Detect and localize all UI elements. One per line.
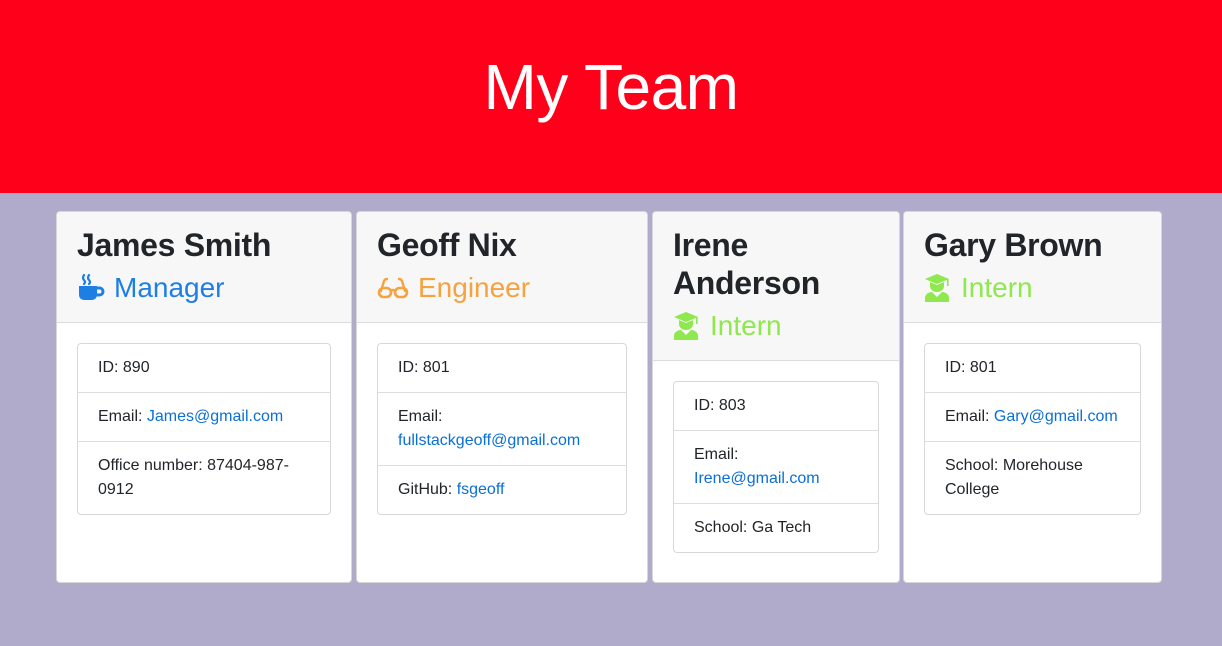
employee-role: Intern bbox=[924, 274, 1141, 302]
employee-card: Gary Brown Intern ID: 801 Email: Gary@gm… bbox=[903, 211, 1162, 583]
office-number-label: Office number: bbox=[98, 457, 208, 474]
info-list: ID: 801 Email: fullstackgeoff@gmail.com … bbox=[377, 343, 627, 515]
email-link[interactable]: Gary@gmail.com bbox=[994, 408, 1118, 425]
email-label: Email: bbox=[398, 408, 443, 425]
employee-name: James Smith bbox=[77, 227, 272, 263]
employee-name: Irene Anderson bbox=[673, 227, 820, 301]
github-link[interactable]: fsgeoff bbox=[457, 481, 505, 498]
employee-email: Email: James@gmail.com bbox=[78, 393, 330, 442]
employee-card: Geoff Nix Engineer ID: 801 Email: fullst… bbox=[356, 211, 648, 583]
email-label: Email: bbox=[945, 408, 994, 425]
card-body: ID: 801 Email: Gary@gmail.com School: Mo… bbox=[904, 323, 1161, 515]
info-list: ID: 890 Email: James@gmail.com Office nu… bbox=[77, 343, 331, 515]
employee-name: Geoff Nix bbox=[377, 227, 517, 263]
email-label: Email: bbox=[98, 408, 147, 425]
employee-email: Email: Gary@gmail.com bbox=[925, 393, 1140, 442]
card-header: Gary Brown Intern bbox=[904, 212, 1161, 323]
email-link[interactable]: Irene@gmail.com bbox=[694, 470, 820, 487]
page-title: My Team bbox=[483, 50, 739, 123]
employee-role: Intern bbox=[673, 312, 879, 340]
school-value: Ga Tech bbox=[751, 519, 812, 536]
coffee-mug-icon bbox=[77, 274, 107, 302]
role-label: Manager bbox=[114, 272, 225, 303]
info-list: ID: 803 Email: Irene@gmail.com School: G… bbox=[673, 381, 879, 553]
info-list: ID: 801 Email: Gary@gmail.com School: Mo… bbox=[924, 343, 1141, 515]
school-label: School: bbox=[945, 457, 1003, 474]
email-label: Email: bbox=[694, 446, 739, 463]
graduate-icon bbox=[673, 312, 703, 340]
employee-id: ID: 801 bbox=[378, 344, 626, 393]
office-number: Office number: 87404-987-0912 bbox=[78, 442, 330, 514]
card-body: ID: 801 Email: fullstackgeoff@gmail.com … bbox=[357, 323, 647, 515]
employee-card: James Smith Manager ID: 890 Email: James… bbox=[56, 211, 352, 583]
employee-role: Manager bbox=[77, 274, 331, 302]
school-label: School: bbox=[694, 519, 752, 536]
email-link[interactable]: James@gmail.com bbox=[147, 408, 283, 425]
employee-id: ID: 803 bbox=[674, 382, 878, 431]
github-label: GitHub: bbox=[398, 481, 457, 498]
email-link[interactable]: fullstackgeoff@gmail.com bbox=[398, 432, 580, 449]
employee-id: ID: 890 bbox=[78, 344, 330, 393]
role-label: Intern bbox=[710, 310, 782, 341]
card-header: Geoff Nix Engineer bbox=[357, 212, 647, 323]
page-header: My Team bbox=[0, 0, 1222, 193]
github-info: GitHub: fsgeoff bbox=[378, 466, 626, 514]
school-info: School: Ga Tech bbox=[674, 504, 878, 552]
card-header: James Smith Manager bbox=[57, 212, 351, 323]
graduate-icon bbox=[924, 274, 954, 302]
card-header: Irene Anderson Intern bbox=[653, 212, 899, 361]
employee-id: ID: 801 bbox=[925, 344, 1140, 393]
employee-email: Email: Irene@gmail.com bbox=[674, 431, 878, 504]
employee-role: Engineer bbox=[377, 274, 627, 302]
glasses-icon bbox=[377, 274, 411, 302]
card-body: ID: 803 Email: Irene@gmail.com School: G… bbox=[653, 361, 899, 553]
school-info: School: Morehouse College bbox=[925, 442, 1140, 514]
employee-email: Email: fullstackgeoff@gmail.com bbox=[378, 393, 626, 466]
role-label: Engineer bbox=[418, 272, 531, 303]
card-body: ID: 890 Email: James@gmail.com Office nu… bbox=[57, 323, 351, 515]
role-label: Intern bbox=[961, 272, 1033, 303]
employee-name: Gary Brown bbox=[924, 227, 1103, 263]
employee-card: Irene Anderson Intern ID: 803 Email: Ire… bbox=[652, 211, 900, 583]
